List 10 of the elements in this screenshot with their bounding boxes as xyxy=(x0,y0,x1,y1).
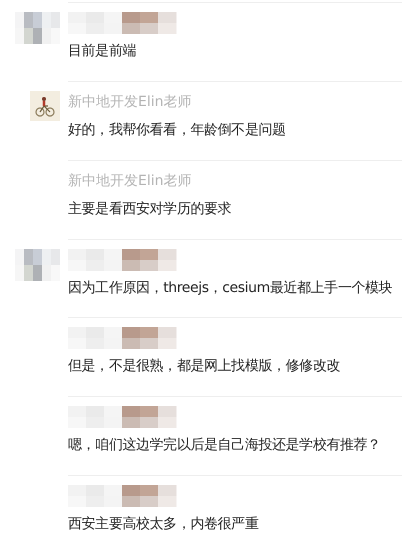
sender-name: 新中地开发Elin老师 xyxy=(68,92,192,112)
message-text: 但是，不是很熟，都是网上找模版，修修改改 xyxy=(68,357,340,376)
message-text: 好的，我帮你看看，年龄倒不是问题 xyxy=(68,120,286,140)
sender-name: 新中地开发Elin老师 xyxy=(68,172,192,191)
cyclist-avatar-icon xyxy=(30,90,60,121)
message-text: 主要是看西安对学历的要求 xyxy=(68,200,232,219)
message-text: 因为工作原因，threejs，cesium最近都上手一个模块 xyxy=(68,278,392,298)
message-text: 目前是前端 xyxy=(68,42,138,61)
message-text: 嗯，咱们这边学完以后是自己海投还是学校有推荐？ xyxy=(68,436,381,456)
message-text: 西安主要高校太多，内卷很严重 xyxy=(68,515,258,534)
